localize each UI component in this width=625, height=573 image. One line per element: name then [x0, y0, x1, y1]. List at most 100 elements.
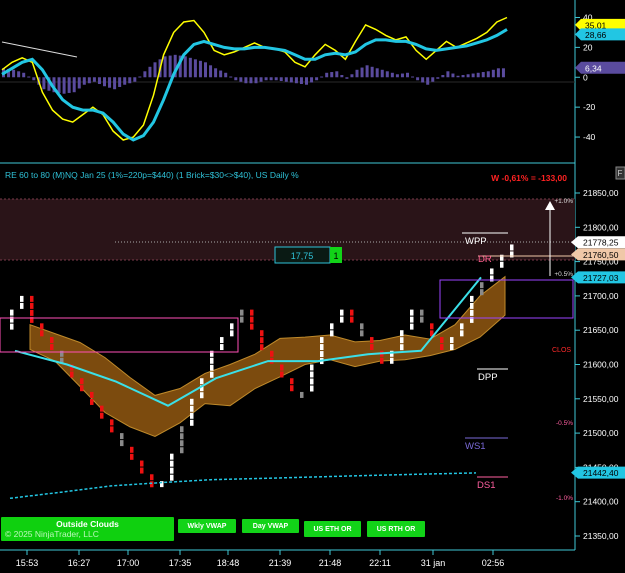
- renko-brick: [310, 385, 314, 392]
- histogram-bar: [315, 77, 319, 81]
- histogram-bar: [400, 73, 404, 78]
- time-axis: 15:53 16:27 17:00 17:35 18:48 21:39 21:48 22:11…: [16, 550, 504, 568]
- opening-range-box-right: [439, 279, 574, 319]
- chart-canvas[interactable]: RE 60 to 80 (M)NQ Jan 25 (1%=220p=$440) …: [0, 0, 625, 573]
- renko-brick: [290, 378, 294, 385]
- renko-brick: [20, 302, 24, 309]
- renko-brick: [510, 244, 514, 251]
- histogram-bar: [320, 76, 324, 78]
- histogram-bar: [118, 77, 122, 87]
- histogram-bar: [451, 73, 455, 78]
- histogram-bar: [411, 76, 415, 78]
- renko-brick: [110, 419, 114, 426]
- renko-brick: [50, 344, 54, 351]
- renko-brick: [450, 344, 454, 351]
- renko-brick: [230, 330, 234, 337]
- histogram-bar: [340, 75, 344, 78]
- histogram-bar: [27, 76, 31, 78]
- renko-brick: [400, 337, 404, 344]
- histogram-bar: [299, 77, 303, 84]
- histogram-bar: [234, 77, 238, 81]
- renko-brick: [330, 323, 334, 330]
- price-badge-label: 21778,25: [583, 238, 619, 248]
- renko-brick: [310, 371, 314, 378]
- renko-brick: [250, 309, 254, 316]
- histogram-bar: [446, 71, 450, 78]
- renko-brick: [480, 289, 484, 296]
- renko-brick: [250, 323, 254, 330]
- histogram-bar: [42, 77, 46, 90]
- renko-brick: [470, 309, 474, 316]
- ds1-label: DS1: [477, 480, 495, 491]
- histogram-bar: [345, 77, 349, 79]
- histogram-bar: [57, 77, 61, 93]
- histogram-bar: [62, 77, 66, 94]
- histogram-bar: [395, 74, 399, 78]
- renko-brick: [410, 316, 414, 323]
- ws1-label: WS1: [465, 441, 486, 452]
- histogram-bar: [244, 77, 248, 84]
- us-eth-or-button[interactable]: US ETH OR: [304, 521, 361, 537]
- renko-brick: [120, 433, 124, 440]
- histogram-bar: [138, 76, 142, 78]
- renko-brick: [420, 309, 424, 316]
- wkly-vwap-button[interactable]: Wkly VWAP: [178, 519, 236, 533]
- histogram-bar: [365, 65, 369, 78]
- histogram-bar: [97, 77, 101, 84]
- renko-brick: [210, 364, 214, 371]
- renko-brick: [460, 330, 464, 337]
- outside-clouds-button[interactable]: Outside Clouds © 2025 NinjaTrader, LLC: [1, 517, 174, 541]
- histogram-bar: [103, 77, 106, 87]
- histogram-bar: [274, 77, 278, 81]
- renko-brick: [450, 337, 454, 344]
- histogram-bar: [466, 74, 470, 78]
- histogram-bar: [325, 72, 329, 78]
- renko-brick: [250, 316, 254, 323]
- renko-brick: [230, 323, 234, 330]
- outside-clouds-label: Outside Clouds: [56, 519, 119, 529]
- renko-brick: [360, 330, 364, 337]
- histogram-bar: [259, 77, 263, 82]
- renko-brick: [180, 426, 184, 433]
- osc-tick-label: 20: [583, 42, 593, 52]
- histogram-bar: [284, 77, 288, 82]
- renko-brick: [470, 295, 474, 302]
- renko-brick: [190, 419, 194, 426]
- osc-tick-label: -20: [583, 102, 596, 112]
- renko-brick: [350, 309, 354, 316]
- order-price-label: 17,75: [291, 251, 314, 261]
- price-tick-label: 21800,00: [583, 222, 619, 232]
- renko-brick: [510, 251, 514, 258]
- histogram-bar: [108, 77, 112, 88]
- price-tick-label: 21550,00: [583, 394, 619, 404]
- histogram-bar: [188, 57, 192, 78]
- histogram-bar: [254, 77, 258, 84]
- renko-brick: [30, 302, 34, 309]
- renko-brick: [280, 364, 284, 371]
- renko-brick: [80, 378, 84, 385]
- plus-half-label: +0.5%: [554, 271, 573, 278]
- histogram-bar: [67, 77, 71, 93]
- renko-brick: [90, 398, 94, 405]
- histogram-bar: [214, 68, 218, 78]
- histogram-bar: [183, 56, 187, 78]
- histogram-bar: [113, 77, 117, 90]
- histogram-bar: [209, 65, 213, 78]
- renko-brick: [190, 412, 194, 419]
- renko-brick: [410, 323, 414, 330]
- histogram-bar: [330, 72, 334, 78]
- order-qty-label: 1: [333, 251, 338, 261]
- histogram-bar: [219, 70, 223, 78]
- histogram-bar: [163, 56, 167, 78]
- histogram-bar: [350, 74, 354, 78]
- renko-brick: [200, 392, 204, 399]
- renko-brick: [400, 344, 404, 351]
- us-rth-or-button[interactable]: US RTH OR: [367, 521, 425, 537]
- day-vwap-button[interactable]: Day VWAP: [242, 519, 299, 533]
- histogram-bar: [153, 62, 157, 78]
- renko-brick: [170, 460, 174, 467]
- price-tick-label: 21500,00: [583, 428, 619, 438]
- histogram-bar: [335, 71, 339, 78]
- histogram-bar: [32, 77, 36, 81]
- renko-brick: [440, 344, 444, 351]
